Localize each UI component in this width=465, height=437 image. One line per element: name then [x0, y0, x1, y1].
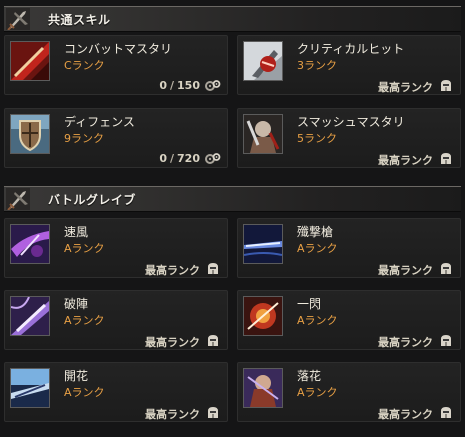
skill-card-smash-mastery[interactable]: スマッシュマスタリ 5ランク 最高ランク	[237, 108, 461, 168]
knight-helmet-icon[interactable]	[438, 406, 454, 419]
skill-card-formation-break[interactable]: 破陣 Aランク 最高ランク	[4, 290, 228, 350]
skill-rank: Aランク	[297, 314, 338, 327]
skill-name: コンバットマスタリ	[64, 42, 173, 56]
skill-status: 最高ランク	[378, 154, 433, 167]
skill-status: 最高ランク	[145, 336, 200, 349]
skill-rank: 5ランク	[297, 132, 337, 145]
defense-shield-icon	[10, 114, 50, 154]
skill-name: 殲撃槍	[297, 225, 334, 239]
knight-helmet-icon[interactable]	[438, 262, 454, 275]
skill-progress-current: 0	[159, 79, 167, 92]
skill-rank: Cランク	[64, 59, 105, 72]
skill-card-flash-strike[interactable]: 一閃 Aランク 最高ランク	[237, 290, 461, 350]
skill-status: 最高ランク	[378, 408, 433, 421]
skill-progress-current: 0	[159, 152, 167, 165]
skill-rank: Aランク	[297, 242, 338, 255]
skill-rank: Aランク	[64, 314, 105, 327]
crossed-swords-icon	[6, 188, 30, 210]
knight-helmet-icon[interactable]	[205, 406, 221, 419]
skill-name: 速風	[64, 225, 89, 239]
section-title: バトルグレイブ	[48, 193, 136, 207]
knight-helmet-icon[interactable]	[205, 262, 221, 275]
combat-mastery-icon	[10, 41, 50, 81]
skill-card-annihilation-spear[interactable]: 殲撃槍 Aランク 最高ランク	[237, 218, 461, 278]
skill-progress-max: 150	[177, 79, 200, 92]
skill-card-blossom[interactable]: 開花 Aランク 最高ランク	[4, 362, 228, 422]
smash-mastery-icon	[243, 114, 283, 154]
annihilation-spear-icon	[243, 224, 283, 264]
skill-card-swift-wind[interactable]: 速風 Aランク 最高ランク	[4, 218, 228, 278]
skill-name: 破陣	[64, 297, 89, 311]
gears-icon[interactable]	[205, 79, 221, 92]
skill-status: 最高ランク	[378, 264, 433, 277]
section-header-battle-glaive: バトルグレイブ	[4, 186, 461, 212]
formation-break-icon	[10, 296, 50, 336]
skill-status: 最高ランク	[378, 336, 433, 349]
section-header-common-skills: 共通スキル	[4, 6, 461, 32]
section-title: 共通スキル	[48, 13, 111, 27]
skill-rank: 3ランク	[297, 59, 337, 72]
skill-progress-max: 720	[177, 152, 200, 165]
skill-card-critical-hit[interactable]: クリティカルヒット 3ランク 最高ランク	[237, 35, 461, 95]
skill-rank: Aランク	[64, 386, 105, 399]
skill-rank: Aランク	[297, 386, 338, 399]
skill-rank: Aランク	[64, 242, 105, 255]
crossed-swords-icon	[6, 8, 30, 30]
skill-progress: 0/720	[159, 152, 200, 165]
skill-card-defense[interactable]: ディフェンス 9ランク 0/720	[4, 108, 228, 168]
blossom-icon	[10, 368, 50, 408]
gears-icon[interactable]	[205, 152, 221, 165]
skill-name: 開花	[64, 369, 89, 383]
skill-status: 最高ランク	[145, 264, 200, 277]
skill-name: 一閃	[297, 297, 322, 311]
knight-helmet-icon[interactable]	[438, 334, 454, 347]
knight-helmet-icon[interactable]	[205, 334, 221, 347]
skill-status: 最高ランク	[145, 408, 200, 421]
skill-progress: 0/150	[159, 79, 200, 92]
skill-card-combat-mastery[interactable]: コンバットマスタリ Cランク 0/150	[4, 35, 228, 95]
knight-helmet-icon[interactable]	[438, 152, 454, 165]
skill-name: 落花	[297, 369, 322, 383]
swift-wind-icon	[10, 224, 50, 264]
skill-rank: 9ランク	[64, 132, 104, 145]
falling-blossom-icon	[243, 368, 283, 408]
critical-hit-icon	[243, 41, 283, 81]
flash-strike-icon	[243, 296, 283, 336]
skill-status: 最高ランク	[378, 81, 433, 94]
skill-name: スマッシュマスタリ	[297, 115, 405, 129]
skill-card-falling-blossom[interactable]: 落花 Aランク 最高ランク	[237, 362, 461, 422]
skill-name: クリティカルヒット	[297, 42, 405, 56]
skill-name: ディフェンス	[64, 115, 135, 129]
knight-helmet-icon[interactable]	[438, 79, 454, 92]
